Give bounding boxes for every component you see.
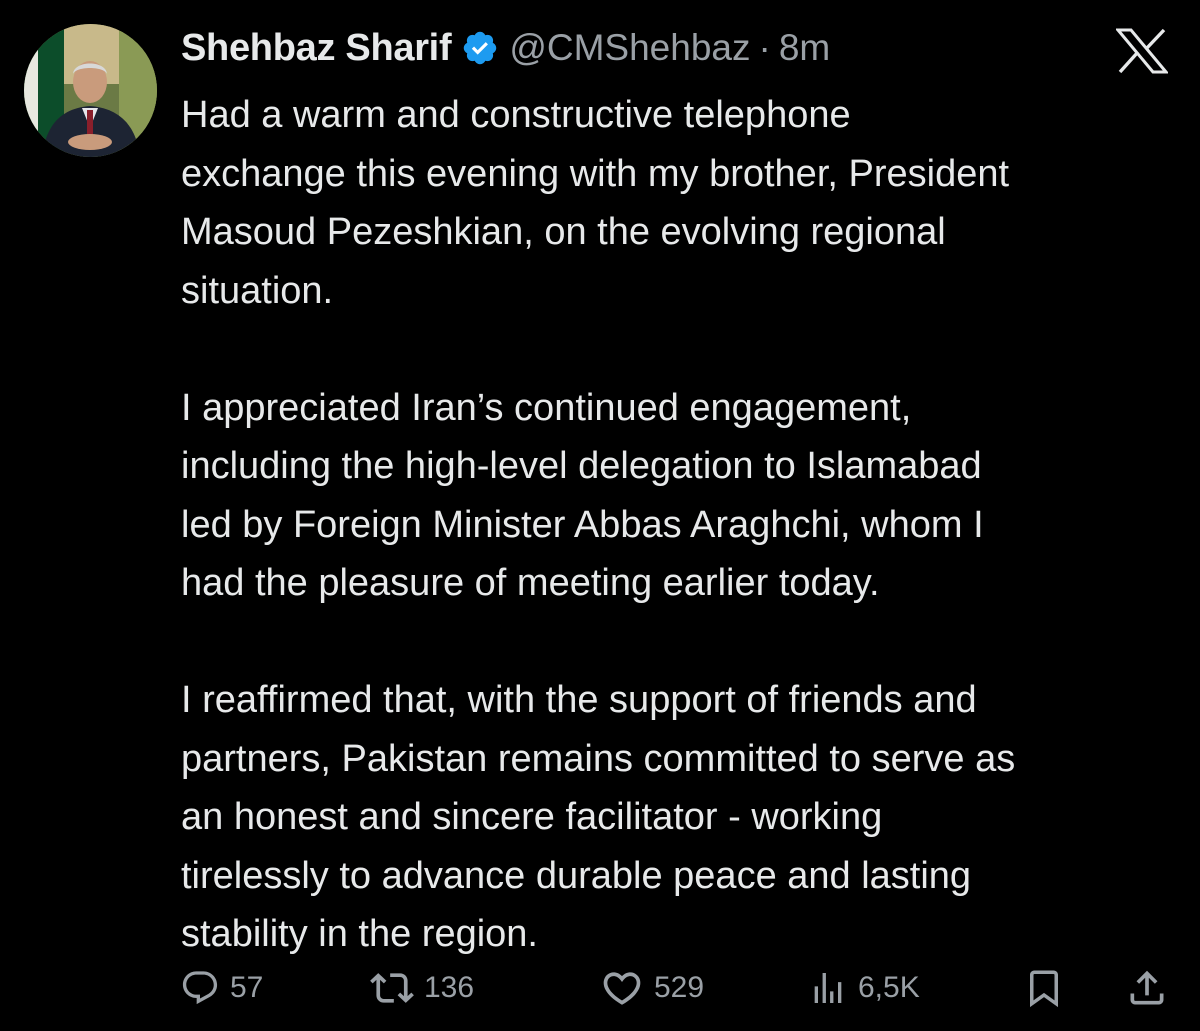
tweet-paragraph: I reaffirmed that, with the support of f… xyxy=(181,679,1016,955)
avatar[interactable] xyxy=(24,24,157,157)
verified-badge-icon xyxy=(461,29,499,67)
tweet-header: Shehbaz Sharif @CMShehbaz · 8m xyxy=(181,24,830,72)
reply-count: 57 xyxy=(230,971,264,1004)
bookmark-icon xyxy=(1030,970,1058,1008)
tweet-paragraph: I appreciated Iran’s continued engagemen… xyxy=(181,386,984,605)
display-name[interactable]: Shehbaz Sharif xyxy=(181,27,452,70)
view-count: 6,5K xyxy=(858,971,920,1004)
timestamp[interactable]: 8m xyxy=(779,27,830,69)
tweet-card: Shehbaz Sharif @CMShehbaz · 8m Had a war… xyxy=(0,0,1200,1031)
tweet-paragraph: Had a warm and constructive telephone ex… xyxy=(181,94,1010,312)
user-handle[interactable]: @CMShehbaz xyxy=(509,27,750,69)
views-button[interactable]: 6,5K xyxy=(808,960,920,1016)
x-logo-icon xyxy=(1114,28,1170,74)
reply-button[interactable]: 57 xyxy=(180,960,263,1016)
heart-icon xyxy=(603,972,641,1005)
share-icon xyxy=(1130,970,1164,1005)
repost-button[interactable]: 136 xyxy=(370,960,474,1016)
bookmark-button[interactable] xyxy=(1023,960,1065,1016)
separator-dot: · xyxy=(758,27,771,68)
like-count: 529 xyxy=(654,971,705,1004)
tweet-text: Had a warm and constructive telephone ex… xyxy=(181,86,1181,964)
views-chart-icon xyxy=(814,973,842,1003)
share-button[interactable] xyxy=(1125,960,1169,1016)
tweet-actions: 57 136 529 6,5K xyxy=(180,960,1170,1016)
repost-icon xyxy=(370,973,414,1003)
repost-count: 136 xyxy=(424,971,475,1004)
reply-icon xyxy=(182,971,218,1005)
like-button[interactable]: 529 xyxy=(600,960,704,1016)
profile-photo xyxy=(24,24,157,157)
